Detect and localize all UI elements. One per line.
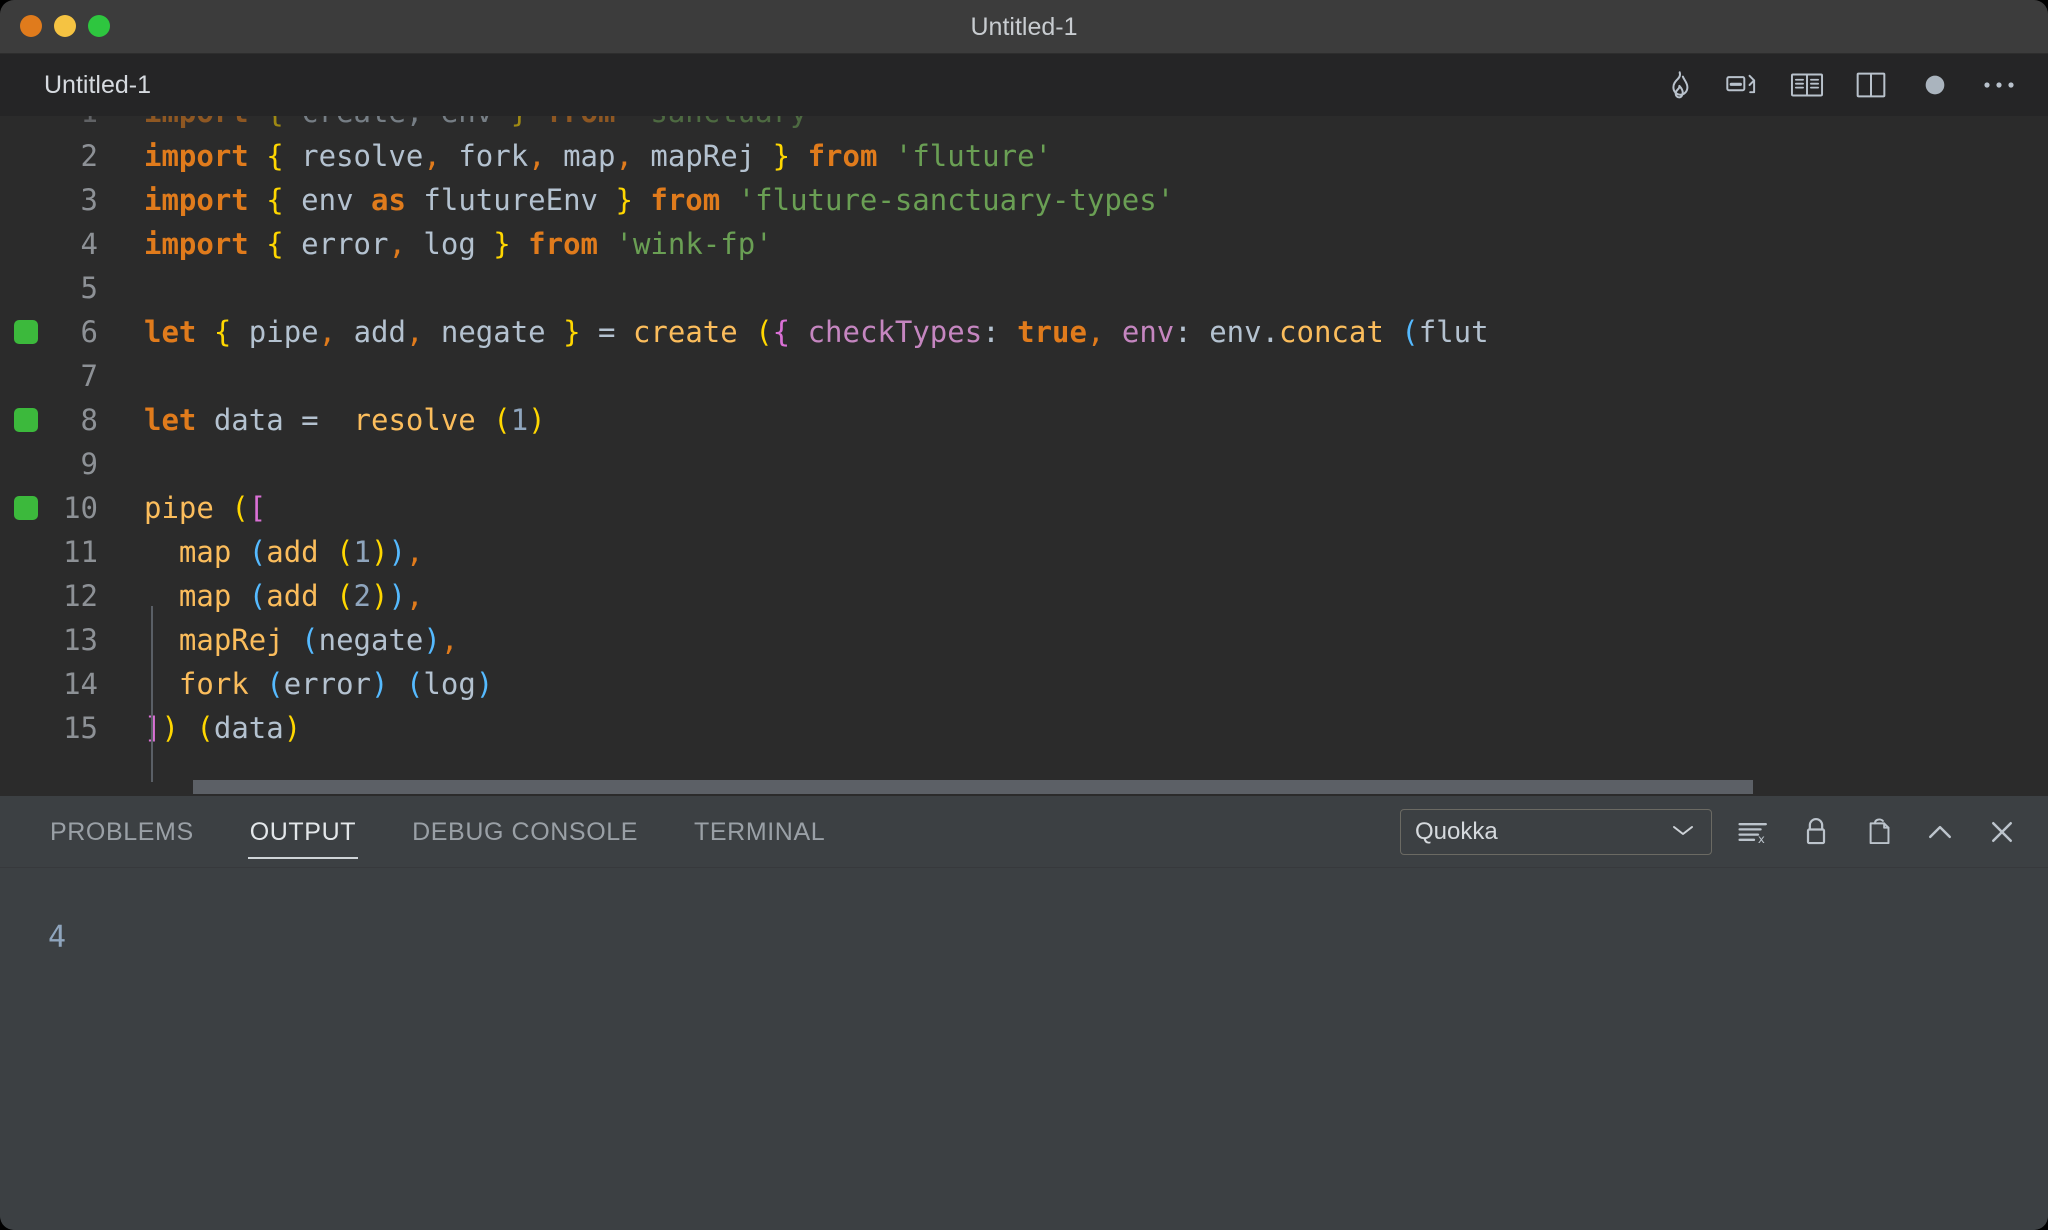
panel-tab-bar: PROBLEMS OUTPUT DEBUG CONSOLE TERMINAL Q… [0, 796, 2048, 868]
window-titlebar: Untitled-1 [0, 0, 2048, 54]
indent-guide [151, 606, 153, 782]
code-line: 3 import { env as flutureEnv } from 'flu… [0, 178, 2048, 222]
tab-debug-console[interactable]: DEBUG CONSOLE [410, 796, 640, 867]
code-line: 14 fork (error) (log) [0, 662, 2048, 706]
open-preview-icon[interactable] [1788, 66, 1826, 104]
code-line: 10 pipe ([ [0, 486, 2048, 530]
line-number: 15 [63, 711, 98, 745]
line-number: 5 [80, 271, 98, 305]
code-line: 4 import { error, log } from 'wink-fp' [0, 222, 2048, 266]
editor-actions [1660, 54, 2026, 116]
line-text: import { error, log } from 'wink-fp' [144, 227, 773, 261]
line-number: 14 [63, 667, 98, 701]
quokka-live-marker [14, 408, 38, 432]
tab-problems[interactable]: PROBLEMS [48, 796, 196, 867]
close-icon[interactable] [1982, 812, 2022, 852]
line-number: 4 [80, 227, 98, 261]
line-number: 13 [63, 623, 98, 657]
panel-actions: Quokka x [1400, 796, 2022, 868]
output-line: 4 [48, 920, 67, 955]
editor-tab-bar: Untitled-1 [0, 54, 2048, 116]
code-line: 13 mapRej (negate), [0, 618, 2048, 662]
line-text: pipe ([ [144, 491, 267, 525]
bottom-panel: PROBLEMS OUTPUT DEBUG CONSOLE TERMINAL Q… [0, 796, 2048, 1230]
editor-tab-label: Untitled-1 [44, 70, 151, 99]
split-editor-icon[interactable] [1852, 66, 1890, 104]
tab-terminal[interactable]: TERMINAL [692, 796, 827, 867]
line-number: 7 [80, 359, 98, 393]
line-text: map (add (2)), [178, 579, 424, 613]
output-content[interactable]: 4 [0, 868, 2048, 1230]
more-actions-icon[interactable] [1980, 66, 2018, 104]
code-line: 1 import { create, env } from 'sanctuary… [0, 116, 2048, 134]
editor-tab-untitled-1[interactable]: Untitled-1 [0, 54, 179, 116]
code-line: 2 import { resolve, fork, map, mapRej } … [0, 134, 2048, 178]
chevron-down-icon [1669, 818, 1697, 846]
vscode-window: Untitled-1 Untitled-1 2 import {resolve… [0, 0, 2048, 1230]
line-text: let data = resolve (1) [144, 403, 546, 437]
code-line: 12 map (add (2)), [0, 574, 2048, 618]
line-text: ]) (data) [144, 711, 302, 745]
output-channel-value: Quokka [1415, 818, 1498, 845]
code-line: 5 [0, 266, 2048, 310]
clear-output-icon[interactable]: x [1734, 812, 1774, 852]
line-number: 11 [63, 535, 98, 569]
svg-text:x: x [1758, 832, 1765, 846]
run-code-icon[interactable] [1724, 66, 1762, 104]
record-dot-icon[interactable] [1916, 66, 1954, 104]
editor-horizontal-scrollbar[interactable] [0, 778, 2048, 796]
open-in-editor-icon[interactable] [1858, 812, 1898, 852]
line-text: import { resolve, fork, map, mapRej } fr… [144, 139, 1053, 173]
window-title: Untitled-1 [970, 13, 1078, 41]
scrollbar-thumb[interactable] [193, 780, 1753, 794]
code-line: 6 let { pipe, add, negate } = create ({ … [0, 310, 2048, 354]
line-number: 3 [80, 183, 98, 217]
line-number: 12 [63, 579, 98, 613]
code-content[interactable]: 1 import { create, env } from 'sanctuary… [0, 116, 2048, 796]
code-line: 9 [0, 442, 2048, 486]
line-text: mapRej (negate), [178, 623, 459, 657]
line-number: 9 [80, 447, 98, 481]
chevron-up-icon[interactable] [1920, 812, 1960, 852]
line-text: let { pipe, add, negate } = create ({ ch… [144, 315, 1489, 349]
code-line: 15 ]) (data) [0, 706, 2048, 750]
output-channel-select[interactable]: Quokka [1400, 809, 1712, 855]
line-number: 1 [0, 116, 120, 129]
line-text: map (add (1)), [178, 535, 424, 569]
code-line: 7 [0, 354, 2048, 398]
tab-output[interactable]: OUTPUT [247, 796, 359, 867]
quokka-live-marker [14, 496, 38, 520]
quokka-live-marker [14, 320, 38, 344]
flame-icon[interactable] [1660, 66, 1698, 104]
code-line: 8 let data = resolve (1) [0, 398, 2048, 442]
line-text: fork (error) (log) [178, 667, 494, 701]
code-line: 11 map (add (1)), [0, 530, 2048, 574]
line-number: 2 [80, 139, 98, 173]
line-text: import { env as flutureEnv } from 'flutu… [144, 183, 1175, 217]
code-editor[interactable]: 1 import { create, env } from 'sanctuary… [0, 116, 2048, 796]
line-text: import { create, env } from 'sanctuary' [120, 116, 2048, 129]
lock-icon[interactable] [1796, 812, 1836, 852]
